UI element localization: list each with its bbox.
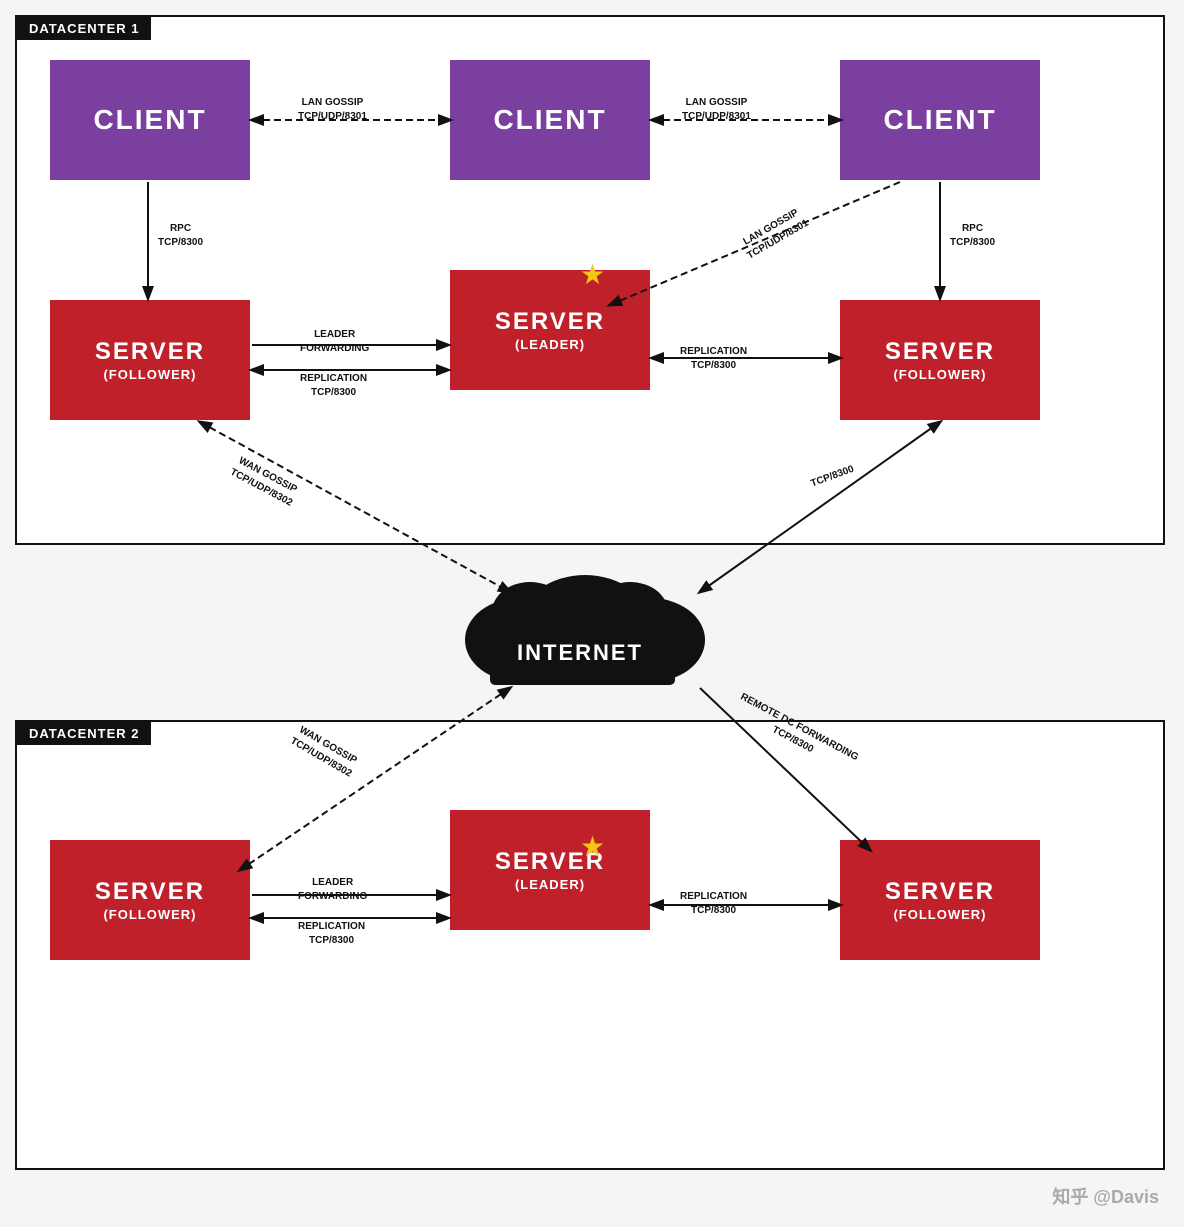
svg-text:INTERNET: INTERNET (517, 640, 643, 665)
leader-star-dc2: ★ (580, 830, 605, 863)
watermark: 知乎 @Davis (1052, 1183, 1159, 1209)
leader-star-dc1: ★ (580, 258, 605, 291)
server1-follower2-node: SERVER (FOLLOWER) (840, 300, 1040, 420)
server2-follower-node: SERVER (FOLLOWER) (50, 840, 250, 960)
client1-node: CLIENT (50, 60, 250, 180)
internet-cloud: INTERNET (430, 560, 730, 690)
datacenter1-label: DATACENTER 1 (17, 17, 151, 40)
server2-follower2-node: SERVER (FOLLOWER) (840, 840, 1040, 960)
client3-node: CLIENT (840, 60, 1040, 180)
server2-leader-node: SERVER (LEADER) (450, 810, 650, 930)
server1-leader-node: SERVER (LEADER) (450, 270, 650, 390)
server1-follower-node: SERVER (FOLLOWER) (50, 300, 250, 420)
datacenter2-label: DATACENTER 2 (17, 722, 151, 745)
client2-node: CLIENT (450, 60, 650, 180)
